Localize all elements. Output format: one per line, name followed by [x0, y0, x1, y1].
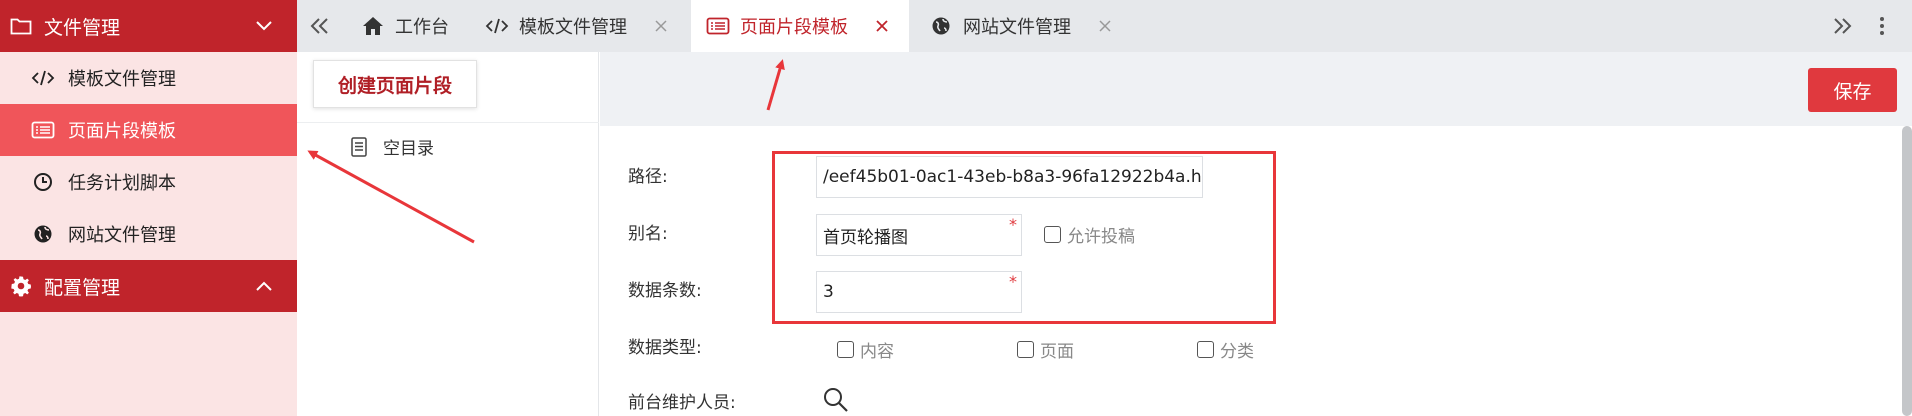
checkbox-label: 页面	[1040, 342, 1074, 362]
close-icon[interactable]	[874, 18, 890, 34]
chevron-down-icon[interactable]	[249, 11, 279, 41]
code-icon	[30, 67, 56, 89]
double-chevron-right-icon[interactable]	[1827, 11, 1857, 41]
sidebar-item-label: 模板文件管理	[68, 69, 176, 90]
editor-toolbar: 保存	[600, 52, 1912, 126]
sidebar-item-website-files[interactable]: 网站文件管理	[0, 208, 297, 260]
globe-icon	[929, 15, 953, 37]
sidebar-item-template-files[interactable]: 模板文件管理	[0, 52, 297, 104]
home-icon	[361, 15, 385, 37]
code-icon	[485, 15, 509, 37]
sidebar-item-page-fragment-templates[interactable]: 页面片段模板	[0, 104, 297, 156]
list-icon	[706, 15, 730, 37]
globe-icon	[30, 223, 56, 245]
checkbox-label: 分类	[1220, 342, 1254, 362]
sidebar-group-config-management[interactable]: 配置管理	[0, 260, 297, 312]
chevron-up-icon[interactable]	[249, 271, 279, 301]
data-type-label: 数据类型:	[628, 338, 702, 358]
tree-divider	[297, 122, 599, 123]
sidebar-item-label: 页面片段模板	[68, 121, 176, 142]
checkbox-box	[1017, 341, 1034, 358]
sidebar-item-label: 任务计划脚本	[68, 173, 176, 194]
vertical-scrollbar[interactable]	[1902, 126, 1912, 416]
tab-page-fragment-templates[interactable]: 页面片段模板	[691, 0, 909, 52]
close-icon[interactable]	[1097, 18, 1113, 34]
gear-icon	[8, 275, 34, 297]
tab-label: 工作台	[395, 17, 449, 38]
search-icon[interactable]	[822, 386, 850, 414]
path-label: 路径:	[628, 167, 668, 187]
tab-label: 模板文件管理	[519, 17, 627, 38]
tab-label: 网站文件管理	[963, 17, 1071, 38]
sidebar-group-file-management[interactable]: 文件管理	[0, 0, 297, 52]
sidebar-item-scheduled-scripts[interactable]: 任务计划脚本	[0, 156, 297, 208]
tree-node-empty-folder[interactable]: 空目录	[349, 134, 434, 159]
data-count-label: 数据条数:	[628, 281, 702, 301]
app-window: 文件管理 模板文件管理 页面片段模板 任务计划脚本 网站文件管理 配置管理 工作…	[0, 0, 1912, 416]
data-type-content-checkbox[interactable]: 内容	[837, 337, 894, 362]
checkbox-label: 内容	[860, 342, 894, 362]
data-type-category-checkbox[interactable]: 分类	[1197, 337, 1254, 362]
checkbox-box	[837, 341, 854, 358]
tab-label: 页面片段模板	[740, 17, 848, 38]
checkbox-box	[1197, 341, 1214, 358]
alias-label: 别名:	[628, 224, 668, 244]
create-fragment-button[interactable]: 创建页面片段	[313, 60, 477, 108]
fragment-tree-panel: 创建页面片段 空目录	[297, 52, 599, 416]
tree-node-label: 空目录	[383, 139, 434, 159]
clock-icon	[30, 171, 56, 193]
sidebar-item-label: 网站文件管理	[68, 225, 176, 246]
tab-website-files[interactable]: 网站文件管理	[929, 0, 1113, 52]
more-vertical-icon[interactable]	[1867, 11, 1897, 41]
close-icon[interactable]	[653, 18, 669, 34]
maintainers-label: 前台维护人员:	[628, 393, 736, 413]
tab-bar: 工作台 模板文件管理 页面片段模板 网站文件管理	[297, 0, 1912, 52]
sidebar: 文件管理 模板文件管理 页面片段模板 任务计划脚本 网站文件管理 配置管理	[0, 0, 297, 416]
double-chevron-left-icon[interactable]	[305, 11, 335, 41]
tab-dashboard[interactable]: 工作台	[361, 0, 449, 52]
document-icon	[349, 136, 369, 158]
folder-icon	[8, 15, 34, 37]
list-icon	[30, 119, 56, 141]
sidebar-group-label: 配置管理	[44, 276, 121, 299]
sidebar-group-label: 文件管理	[44, 16, 121, 39]
annotation-highlight-box	[772, 151, 1276, 324]
save-button[interactable]: 保存	[1808, 68, 1897, 112]
data-type-page-checkbox[interactable]: 页面	[1017, 337, 1074, 362]
tab-template-files[interactable]: 模板文件管理	[485, 0, 669, 52]
